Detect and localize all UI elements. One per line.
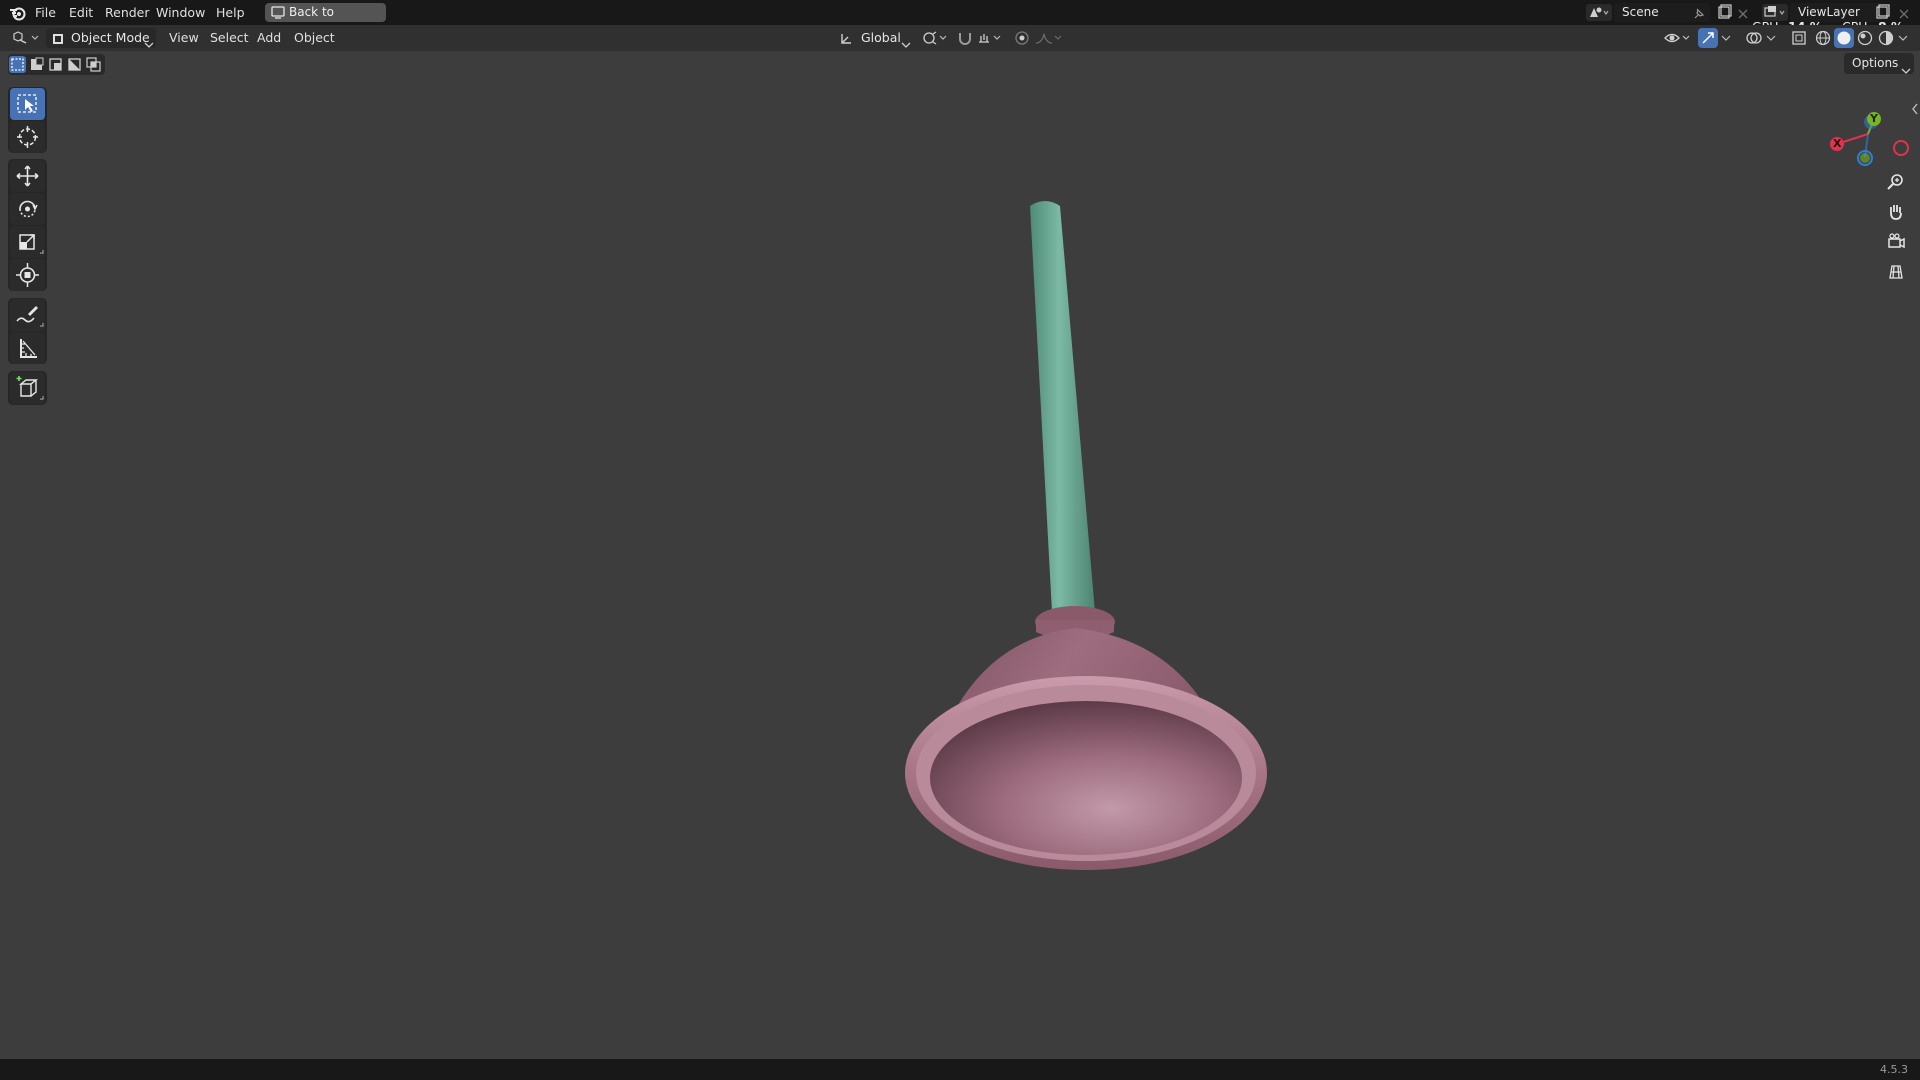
orientation-chevron-icon [901,34,911,48]
plunger-cup-inner [930,701,1242,855]
plunger-object[interactable] [880,191,1300,931]
menu-render[interactable]: Render [105,0,150,25]
options-label: Options [1852,56,1899,70]
pin-icon[interactable] [1692,6,1706,20]
select-new-icon[interactable] [9,56,26,73]
snap-target-dropdown[interactable] [976,28,1006,48]
scene-field[interactable]: Scene [1614,3,1710,22]
menu-select[interactable]: Select [210,25,249,51]
object-mode-icon [51,31,65,45]
screen-back-icon [271,6,285,19]
proportional-editing-toggle[interactable] [1012,28,1032,48]
mode-chevron-icon [144,34,154,48]
options-dropdown[interactable]: Options [1844,53,1914,74]
version-label: 4.5.3 [1880,1063,1908,1076]
material-shading-button[interactable] [1855,28,1875,48]
status-bar: 4.5.3 [0,1059,1920,1080]
overlays-dropdown[interactable] [1765,28,1777,48]
close-scene-icon[interactable] [1737,5,1749,19]
proportional-falloff-dropdown[interactable] [1034,28,1064,48]
gizmo-toggle[interactable] [1698,28,1718,48]
select-extend-icon[interactable] [28,56,45,73]
selection-mode-group [8,54,105,75]
tool-cursor[interactable] [10,121,45,153]
solid-shading-button[interactable] [1834,28,1854,48]
menu-view[interactable]: View [169,25,199,51]
select-invert-icon[interactable] [66,56,83,73]
blender-logo-icon[interactable] [9,4,27,22]
scene-icon[interactable] [1586,4,1612,21]
camera-view-button[interactable] [1882,228,1910,256]
gizmo-y-label: Y [1870,112,1878,125]
tool-transform[interactable] [10,259,45,291]
editor-type-dropdown[interactable] [8,28,42,48]
tool-annotate[interactable] [10,299,45,331]
tool-rotate[interactable] [10,193,45,225]
menu-window[interactable]: Window [156,0,205,25]
mode-dropdown[interactable]: Object Mode [46,28,156,48]
options-chevron-icon [1901,60,1911,74]
select-intersect-icon[interactable] [85,56,102,73]
tool-measure[interactable] [10,332,45,364]
shading-dropdown[interactable] [1896,28,1910,48]
tool-select-box[interactable] [10,88,45,120]
xray-toggle[interactable] [1789,28,1809,48]
menu-file[interactable]: File [35,0,56,25]
menu-object[interactable]: Object [294,25,335,51]
new-scene-icon[interactable] [1716,4,1732,20]
back-to-previous-button[interactable]: Back to Previous [265,3,386,38]
overlays-toggle[interactable] [1744,28,1764,48]
rendered-shading-button[interactable] [1876,28,1896,48]
perspective-toggle-button[interactable] [1882,258,1910,286]
top-bar: File Edit Render Window Help Back to Pre… [0,0,1920,38]
snap-toggle[interactable] [955,28,975,48]
gizmo-x-label: X [1833,137,1842,150]
tool-move[interactable] [10,160,45,192]
visibility-dropdown[interactable] [1662,28,1692,48]
tool-scale[interactable] [10,226,45,258]
close-view-layer-icon[interactable] [1898,5,1910,19]
orientation-icon [839,31,853,45]
scene-name: Scene [1622,5,1659,19]
mode-label: Object Mode [71,30,150,45]
wireframe-shading-button[interactable] [1813,28,1833,48]
new-view-layer-icon[interactable] [1874,4,1890,20]
plunger-handle[interactable] [1030,201,1095,612]
navigation-gizmo[interactable]: X Y [1824,91,1920,171]
3d-viewport[interactable]: Options X Y [0,51,1920,1059]
menu-edit[interactable]: Edit [69,0,93,25]
menu-help[interactable]: Help [216,0,245,25]
zoom-button[interactable] [1882,168,1910,196]
orientation-label: Global [861,30,901,45]
pan-hand-button[interactable] [1882,198,1910,226]
gizmo-dropdown[interactable] [1719,28,1733,48]
menu-add[interactable]: Add [257,25,281,51]
select-subtract-icon[interactable] [47,56,64,73]
orientation-dropdown[interactable]: Global [836,28,912,48]
viewport-header: Object Mode View Select Add Object Globa… [0,25,1920,51]
pivot-point-dropdown[interactable] [920,28,950,48]
tool-add-cube[interactable] [10,372,45,404]
